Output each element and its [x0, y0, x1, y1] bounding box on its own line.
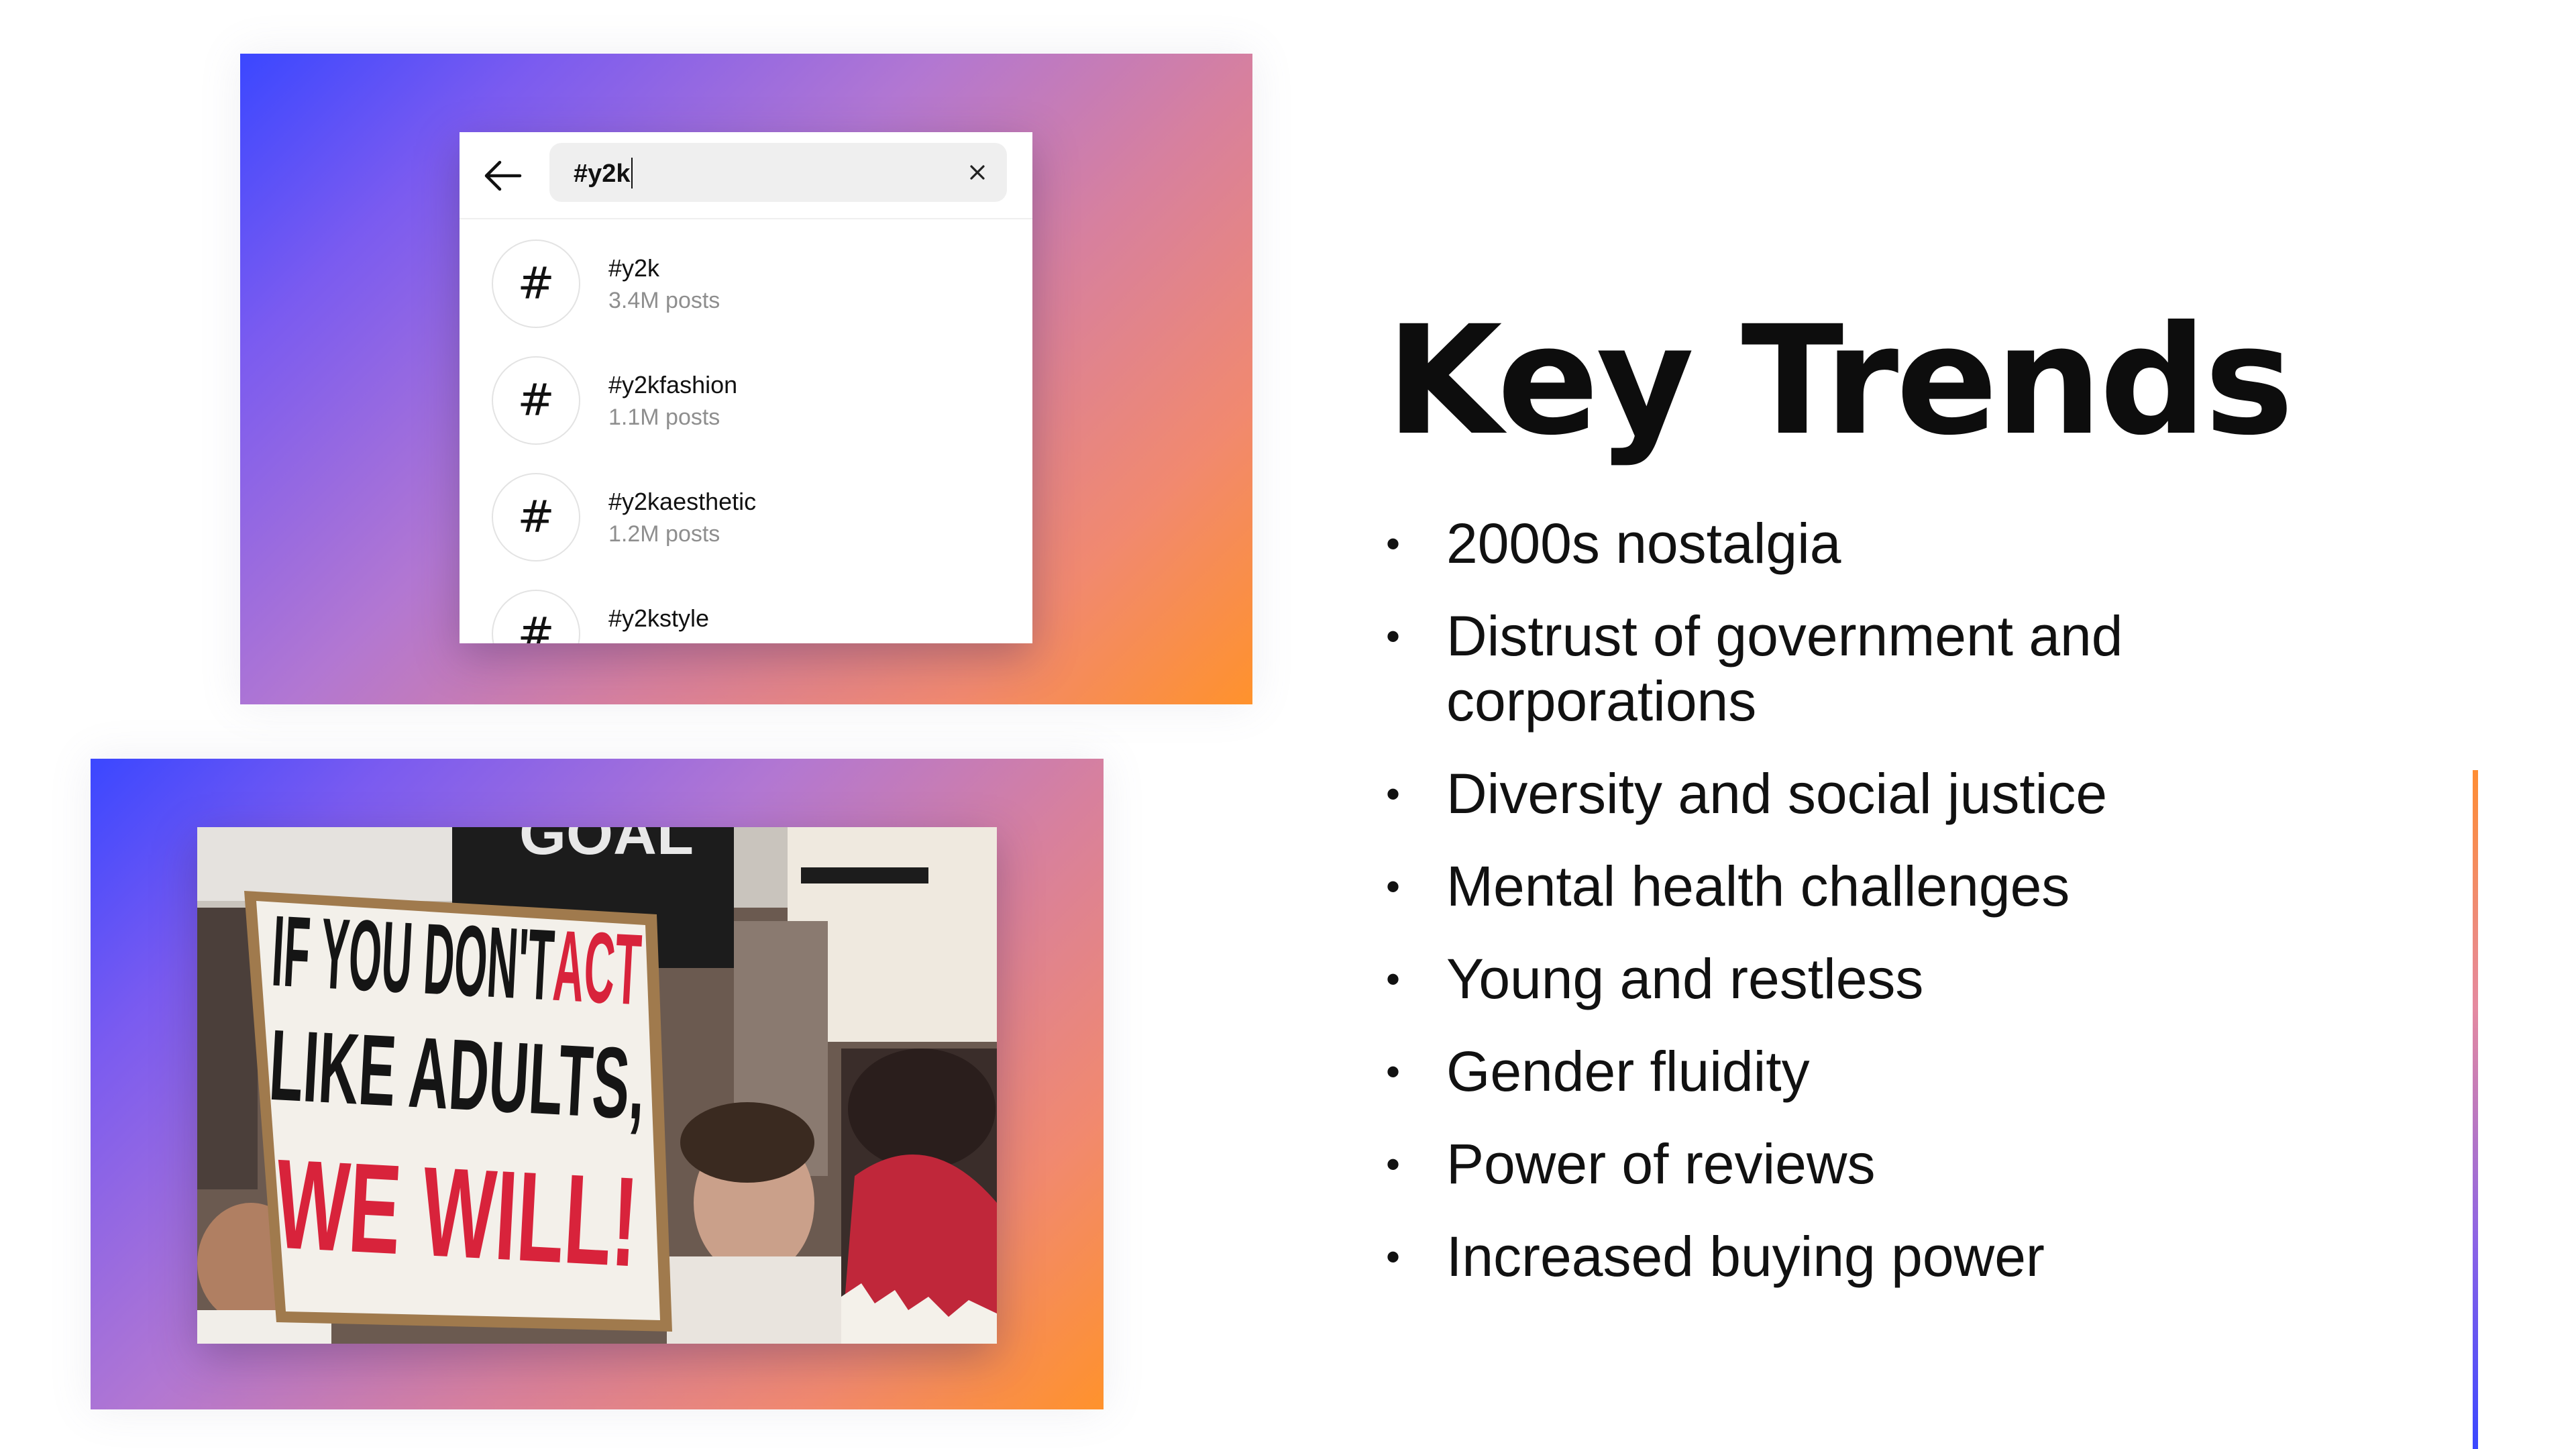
back-arrow-icon[interactable] [482, 159, 523, 193]
sign-line-2: LIKE ADULTS, [267, 1008, 648, 1140]
search-header: #y2k [460, 132, 1032, 219]
gradient-panel-top: #y2k # #y2k 3.4M posts # #y2kfashion 1.1… [240, 54, 1252, 704]
slide: #y2k # #y2k 3.4M posts # #y2kfashion 1.1… [0, 0, 2576, 1449]
hashtag-result-y2kstyle[interactable]: # #y2kstyle [460, 570, 1032, 643]
sign-line-1-red: ACT [551, 909, 644, 1026]
hashtag-post-count: 3.4M posts [608, 288, 720, 313]
trend-item: 2000s nostalgia [1386, 511, 2392, 576]
gradient-panel-bottom: GOAL IF YO [91, 759, 1104, 1409]
hashtag-post-count: 1.2M posts [608, 521, 720, 547]
search-input[interactable]: #y2k [549, 143, 1007, 202]
trend-item: Power of reviews [1386, 1132, 2392, 1197]
trend-list: 2000s nostalgia Distrust of government a… [1386, 511, 2392, 1317]
hashtag-icon: # [492, 239, 580, 328]
slide-title: Key Trends [1386, 293, 2294, 468]
protest-photo-illustration: GOAL IF YO [197, 827, 997, 1344]
trend-item: Young and restless [1386, 947, 2392, 1012]
hashtag-search-card: #y2k # #y2k 3.4M posts # #y2kfashion 1.1… [460, 132, 1032, 643]
hashtag-name: #y2kaesthetic [608, 488, 757, 515]
trend-item: Distrust of government and corporations [1386, 604, 2392, 734]
trend-item: Mental health challenges [1386, 854, 2392, 919]
hashtag-result-y2k[interactable]: # #y2k 3.4M posts [460, 219, 1032, 336]
hashtag-post-count: 1.1M posts [608, 405, 720, 430]
hashtag-result-y2kaesthetic[interactable]: # #y2kaesthetic 1.2M posts [460, 453, 1032, 570]
banner-text: GOAL [519, 827, 694, 867]
clear-search-icon[interactable] [965, 160, 989, 184]
hashtag-name: #y2kstyle [608, 604, 710, 632]
trend-item: Increased buying power [1386, 1224, 2392, 1289]
hashtag-icon: # [492, 356, 580, 445]
search-input-value: #y2k [574, 158, 633, 189]
hashtag-name: #y2kfashion [608, 371, 738, 398]
hashtag-result-y2kfashion[interactable]: # #y2kfashion 1.1M posts [460, 336, 1032, 453]
trend-item: Diversity and social justice [1386, 761, 2392, 826]
trend-item: Gender fluidity [1386, 1039, 2392, 1104]
accent-line [2473, 770, 2478, 1449]
protest-photo: GOAL IF YO [197, 827, 997, 1344]
text-caret [631, 158, 633, 189]
sign-line-1: IF YOU DON'T [270, 894, 557, 1022]
hashtag-icon: # [492, 590, 580, 643]
hashtag-icon: # [492, 473, 580, 561]
hashtag-name: #y2k [608, 254, 660, 282]
sign-line-3: WE WILL! [272, 1133, 641, 1294]
